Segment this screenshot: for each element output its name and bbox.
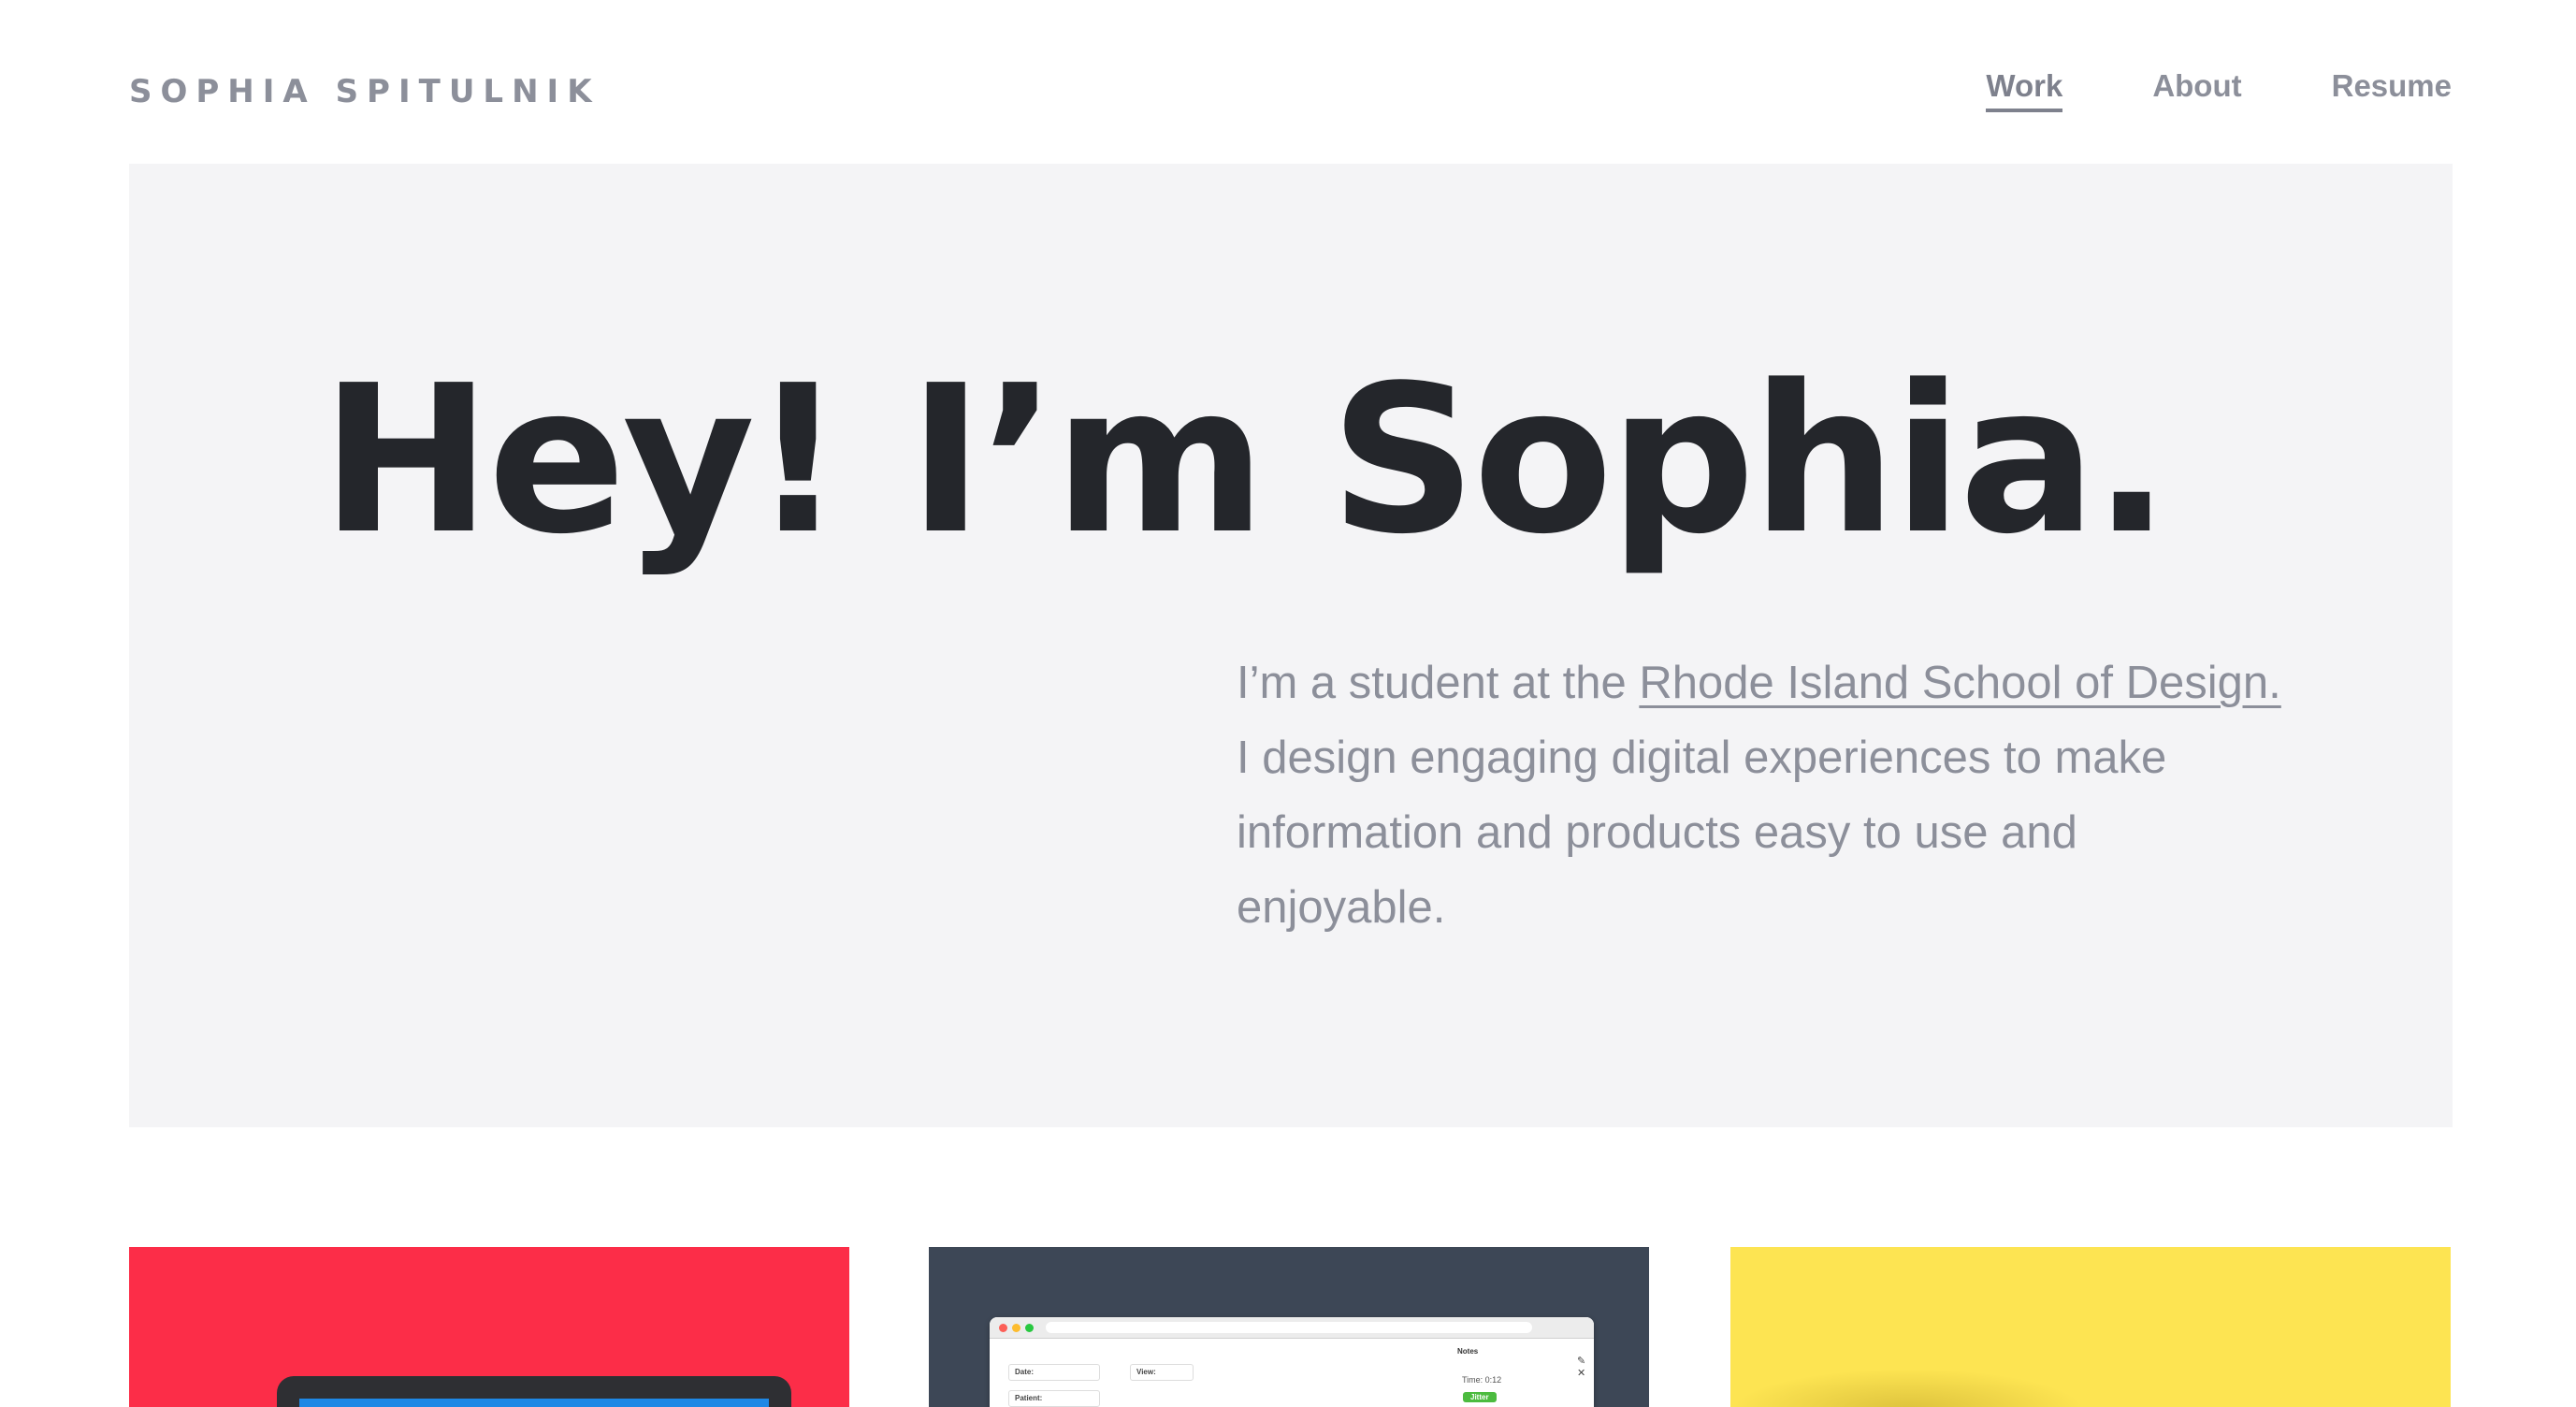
project-card-1[interactable] (129, 1247, 849, 1407)
nav-link-work[interactable]: Work (1986, 67, 2063, 112)
nav-link-about[interactable]: About (2152, 67, 2241, 109)
intro-text-end: I design engaging digital experiences to… (1237, 733, 2167, 933)
site-logo-text[interactable]: SOPHIA SPITULNIK (129, 73, 601, 110)
time-readout: Time: 0:12 (1462, 1375, 1502, 1385)
risd-link[interactable]: Rhode Island School of Design. (1639, 658, 2280, 708)
window-title-bar (990, 1317, 1594, 1339)
main-nav: Work About Resume (1986, 67, 2452, 112)
project-card-2[interactable]: Date: Patient: View: Notes ✎ ✕ Time: 0:1… (929, 1247, 1649, 1407)
laptop-mockup (277, 1376, 791, 1407)
app-window-mockup: Date: Patient: View: Notes ✎ ✕ Time: 0:1… (990, 1317, 1594, 1407)
window-close-dot (999, 1324, 1007, 1332)
notes-heading: Notes (1457, 1347, 1479, 1356)
date-field: Date: (1008, 1364, 1100, 1381)
patient-field: Patient: (1008, 1390, 1100, 1407)
hero-intro: I’m a student at the Rhode Island School… (1237, 645, 2284, 945)
window-minimize-dot (1012, 1324, 1020, 1332)
product-shadow (1730, 1369, 2086, 1407)
edit-close-icons: ✎ ✕ (1577, 1355, 1586, 1379)
view-field: View: (1130, 1364, 1194, 1381)
hero-title: Hey! I’m Sophia. (321, 342, 2170, 579)
nav-link-resume[interactable]: Resume (2332, 67, 2452, 109)
laptop-screen (299, 1399, 769, 1407)
jitter-tag: Jitter (1463, 1392, 1497, 1402)
window-maximize-dot (1025, 1324, 1034, 1332)
project-card-3[interactable] (1730, 1247, 2451, 1407)
window-address-bar (1046, 1322, 1532, 1333)
intro-text-start: I’m a student at the (1237, 658, 1640, 708)
hero-section: Hey! I’m Sophia. I’m a student at the Rh… (129, 164, 2453, 1127)
